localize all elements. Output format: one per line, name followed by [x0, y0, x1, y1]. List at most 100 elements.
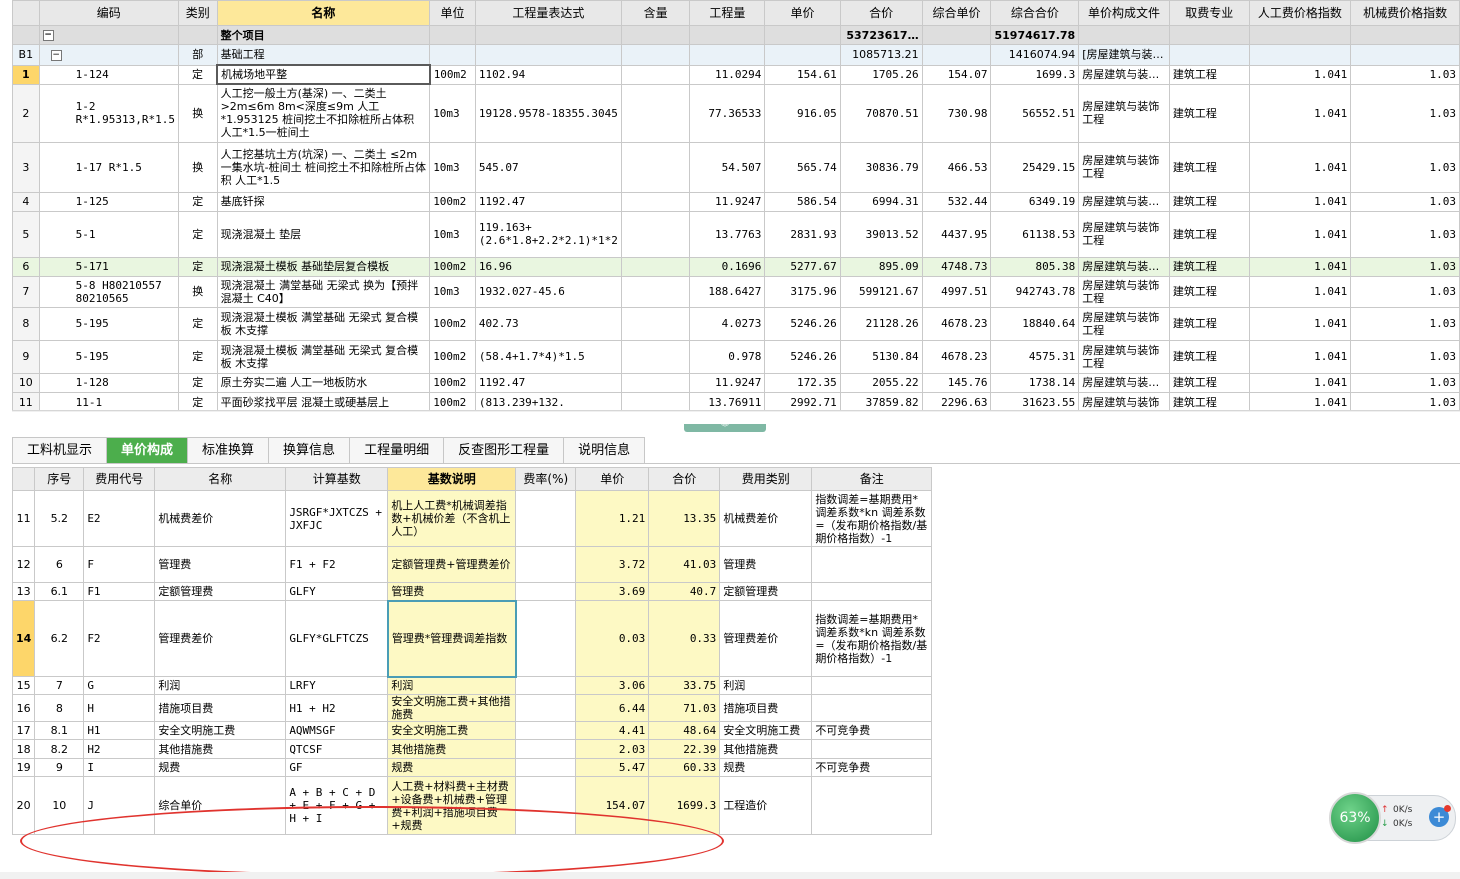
- item-fee-spec[interactable]: 建筑工程: [1168, 64, 1250, 85]
- item-expr[interactable]: (58.4+1.7*4)*1.5: [474, 339, 622, 374]
- item-machine-index[interactable]: 1.03: [1350, 191, 1460, 212]
- item-expr[interactable]: 1932.027-45.6: [474, 275, 622, 308]
- item-price[interactable]: 5246.26: [764, 339, 841, 374]
- item-expr[interactable]: 1192.47: [474, 372, 622, 393]
- row-number[interactable]: 18: [11, 739, 36, 759]
- row-number[interactable]: 1: [12, 64, 40, 85]
- row-number[interactable]: 17: [11, 721, 36, 740]
- header-seq[interactable]: 序号: [34, 467, 85, 491]
- fee-note[interactable]: [811, 776, 933, 835]
- item-fee-spec[interactable]: 建筑工程: [1168, 191, 1250, 212]
- fee-seq[interactable]: 8: [34, 694, 85, 722]
- item-price-file[interactable]: 房屋建筑与装饰工程: [1078, 83, 1170, 143]
- item-labor-index[interactable]: 1.041: [1248, 191, 1352, 212]
- header-machine-index[interactable]: 机械费价格指数: [1350, 0, 1460, 26]
- item-price[interactable]: 2992.71: [764, 391, 841, 412]
- fee-rate[interactable]: [515, 600, 577, 677]
- fee-category[interactable]: 管理费差价: [719, 600, 813, 677]
- item-labor-index[interactable]: 1.041: [1248, 306, 1352, 341]
- fee-rate[interactable]: [515, 776, 577, 835]
- item-type[interactable]: 定: [177, 391, 218, 412]
- fee-rate[interactable]: [515, 676, 577, 695]
- header-base-desc[interactable]: 基数说明: [387, 467, 517, 491]
- header-code[interactable]: 编码: [38, 0, 179, 26]
- header-expr[interactable]: 工程量表达式: [474, 0, 622, 26]
- item-price-file[interactable]: 房屋建筑与装…: [1078, 191, 1170, 212]
- fee-category[interactable]: 利润: [719, 676, 813, 695]
- fee-note[interactable]: 不可竞争费: [811, 758, 933, 777]
- item-qty[interactable]: 0.1696: [689, 256, 766, 277]
- item-comp-price[interactable]: 532.44: [921, 191, 992, 212]
- row-number[interactable]: 20: [11, 776, 36, 835]
- item-price[interactable]: 2831.93: [764, 210, 841, 258]
- item-unit[interactable]: 10m3: [429, 83, 476, 143]
- scroll-left-icon[interactable]: ◀: [12, 411, 24, 412]
- fee-name[interactable]: 措施项目费: [154, 694, 287, 722]
- item-row[interactable]: 4 1-125 定基底钎探 100m2 1192.47 11.9247 586.54 6994…: [12, 191, 1460, 212]
- project-row[interactable]: − 整个项目 53723617… 51974617.78: [12, 25, 1460, 45]
- item-price[interactable]: 154.61: [764, 64, 841, 85]
- base-description[interactable]: 利润: [387, 676, 517, 695]
- item-qty[interactable]: 11.0294: [689, 64, 766, 85]
- item-total[interactable]: 5130.84: [839, 339, 923, 374]
- header-total[interactable]: 合价: [839, 0, 923, 26]
- calc-base[interactable]: LRFY: [285, 676, 389, 695]
- item-comp-total[interactable]: 1738.14: [990, 372, 1080, 393]
- fee-note[interactable]: [811, 546, 933, 583]
- item-content[interactable]: [620, 391, 691, 412]
- item-comp-price[interactable]: 2296.63: [921, 391, 992, 412]
- item-row[interactable]: 8 5-195 定现浇混凝土模板 满堂基础 无梁式 复合模板 木支撑 100m2 402…: [12, 306, 1460, 341]
- fee-seq[interactable]: 6.1: [34, 582, 85, 601]
- row-number[interactable]: 12: [11, 546, 36, 583]
- fee-rate[interactable]: [515, 694, 577, 722]
- item-price[interactable]: 172.35: [764, 372, 841, 393]
- base-description[interactable]: 管理费*管理费调差指数: [386, 599, 517, 678]
- item-labor-index[interactable]: 1.041: [1248, 275, 1352, 308]
- fee-amount[interactable]: 0.33: [648, 600, 721, 677]
- fee-code[interactable]: G: [83, 676, 156, 695]
- item-row[interactable]: 3 1-17 R*1.5 换人工挖基坑土方(坑深) 一、二类土 ≤2m一集水坑-桩间…: [12, 141, 1460, 193]
- fee-code[interactable]: E2: [83, 490, 156, 547]
- item-qty[interactable]: 11.9247: [689, 191, 766, 212]
- item-fee-spec[interactable]: 建筑工程: [1168, 391, 1250, 412]
- item-name[interactable]: 机械场地平整: [216, 64, 431, 85]
- fee-note[interactable]: [811, 582, 933, 601]
- row-number[interactable]: 5: [12, 210, 40, 258]
- header-amount[interactable]: 合价: [648, 467, 721, 491]
- item-qty[interactable]: 188.6427: [689, 275, 766, 308]
- fee-code[interactable]: J: [83, 776, 156, 835]
- fee-category[interactable]: 机械费差价: [719, 490, 813, 547]
- header-note[interactable]: 备注: [811, 467, 933, 491]
- item-comp-price[interactable]: 4678.23: [921, 339, 992, 374]
- item-price[interactable]: 586.54: [764, 191, 841, 212]
- header-labor-index[interactable]: 人工费价格指数: [1248, 0, 1352, 26]
- item-fee-spec[interactable]: 建筑工程: [1168, 339, 1250, 374]
- base-description[interactable]: 管理费: [387, 582, 517, 601]
- fee-unit-price[interactable]: 0.03: [575, 600, 650, 677]
- fee-name[interactable]: 利润: [154, 676, 287, 695]
- item-machine-index[interactable]: 1.03: [1350, 306, 1460, 341]
- item-qty[interactable]: 13.7763: [689, 210, 766, 258]
- item-price[interactable]: 5246.26: [764, 306, 841, 341]
- item-row[interactable]: 10 1-128 定原土夯实二遍 人工一地板防水 100m2 1192.47 11.924…: [12, 372, 1460, 393]
- item-content[interactable]: [620, 306, 691, 341]
- fee-unit-price[interactable]: 6.44: [575, 694, 650, 722]
- row-number[interactable]: 4: [12, 191, 40, 212]
- item-name[interactable]: 原土夯实二遍 人工一地板防水: [216, 372, 431, 393]
- item-qty[interactable]: 54.507: [689, 141, 766, 193]
- item-machine-index[interactable]: 1.03: [1350, 141, 1460, 193]
- item-comp-total[interactable]: 18840.64: [990, 306, 1080, 341]
- row-number[interactable]: 19: [11, 758, 36, 777]
- fee-category[interactable]: 管理费: [719, 546, 813, 583]
- item-comp-price[interactable]: 466.53: [921, 141, 992, 193]
- item-fee-spec[interactable]: 建筑工程: [1168, 83, 1250, 143]
- item-unit[interactable]: 100m2: [429, 191, 476, 212]
- item-row[interactable]: 6 5-171 定现浇混凝土模板 基础垫层复合模板 100m2 16.96 0.1696 5…: [12, 256, 1460, 277]
- item-total[interactable]: 70870.51: [839, 83, 923, 143]
- base-description[interactable]: 安全文明施工费+其他措施费: [387, 694, 517, 722]
- fee-unit-price[interactable]: 154.07: [575, 776, 650, 835]
- item-machine-index[interactable]: 1.03: [1350, 275, 1460, 308]
- collapse-icon[interactable]: −: [50, 49, 62, 61]
- header-comp-total[interactable]: 综合合价: [990, 0, 1080, 26]
- fee-note[interactable]: [811, 676, 933, 695]
